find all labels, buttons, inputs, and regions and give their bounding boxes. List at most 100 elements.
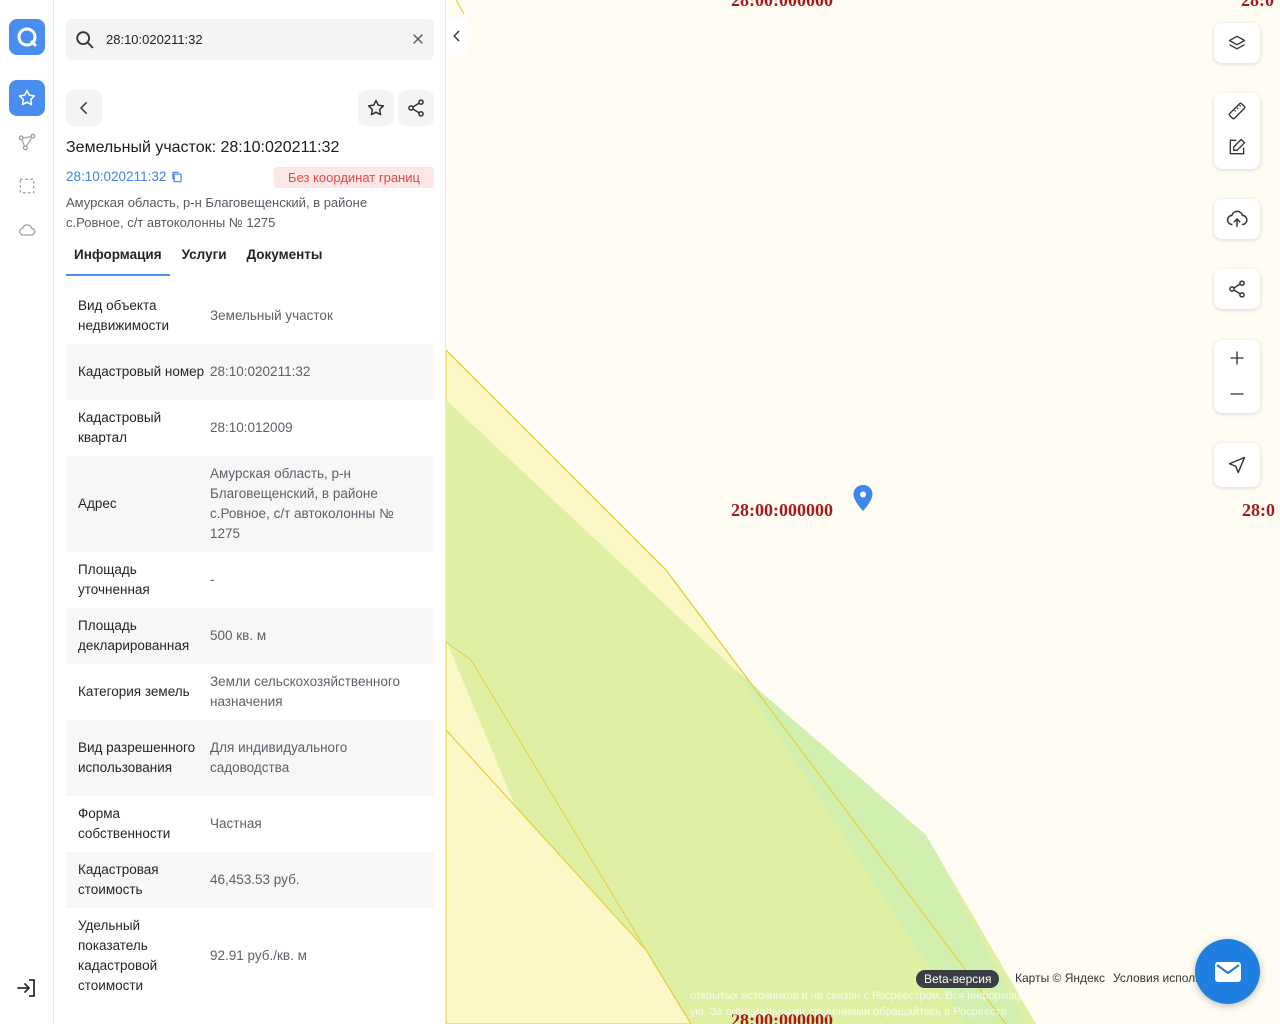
row-value: Частная bbox=[210, 816, 262, 831]
status-badge: Без координат границ bbox=[274, 167, 434, 188]
logo-icon bbox=[17, 27, 37, 47]
row-key: Площадь уточненная bbox=[78, 562, 150, 597]
back-button[interactable] bbox=[66, 90, 102, 126]
draw-tools-group bbox=[1214, 93, 1260, 169]
ruler-icon bbox=[1228, 102, 1246, 120]
location-pin-icon[interactable] bbox=[852, 484, 874, 512]
app-logo[interactable] bbox=[9, 19, 45, 55]
info-table: Вид объекта недвижимости Земельный участ… bbox=[66, 288, 434, 1004]
table-row: Удельный показатель кадастровой стоимост… bbox=[66, 908, 434, 1004]
map-parcels bbox=[446, 0, 1036, 1024]
share-icon bbox=[1229, 280, 1245, 298]
select-area-button[interactable] bbox=[9, 168, 45, 204]
disclaimer-line: открытых источников и не связан с Росрее… bbox=[690, 990, 1033, 1002]
zoom-group bbox=[1214, 340, 1260, 413]
zoom-in-button[interactable] bbox=[1214, 340, 1260, 376]
layers-button[interactable] bbox=[1214, 23, 1260, 63]
tab-services[interactable]: Услуги bbox=[174, 242, 235, 276]
geolocation-button[interactable] bbox=[1214, 443, 1260, 487]
row-key: Форма собственности bbox=[78, 806, 171, 841]
disclaimer-line: ую. За официальными сведениями обращайте… bbox=[690, 1006, 1007, 1018]
share-map-group bbox=[1214, 269, 1260, 309]
search-box bbox=[66, 19, 434, 60]
row-key: Удельный показатель кадастровой стоимост… bbox=[78, 918, 158, 993]
zoom-out-button[interactable] bbox=[1214, 376, 1260, 412]
quarter-label: 28:00:000000 bbox=[731, 0, 833, 10]
star-icon bbox=[367, 99, 385, 116]
favorite-button[interactable] bbox=[358, 90, 394, 126]
tab-documents[interactable]: Документы bbox=[239, 242, 331, 276]
row-value: 92.91 руб./кв. м bbox=[210, 948, 307, 963]
map-attribution[interactable]: Карты © Яндекс bbox=[1015, 971, 1105, 985]
minus-icon bbox=[1230, 393, 1244, 395]
table-row: Вид разрешенного использования Для индив… bbox=[66, 720, 434, 796]
route-tool-button[interactable] bbox=[9, 124, 45, 160]
chevron-left-icon bbox=[453, 30, 460, 42]
row-value: Земельный участок bbox=[210, 308, 333, 323]
share-map-button[interactable] bbox=[1214, 269, 1260, 309]
row-key: Вид разрешенного использования bbox=[78, 740, 196, 775]
collapse-panel-button[interactable] bbox=[446, 18, 468, 54]
logout-button[interactable] bbox=[15, 976, 39, 1005]
row-value: Амурская область, р-н Благовещенский, в … bbox=[210, 466, 394, 541]
route-icon bbox=[18, 133, 36, 151]
edit-icon bbox=[1229, 138, 1246, 155]
star-icon bbox=[18, 89, 36, 106]
beta-badge: Beta-версия bbox=[916, 970, 1000, 988]
ruler-button[interactable] bbox=[1214, 93, 1260, 129]
row-value: 28:10:020211:32 bbox=[210, 364, 311, 379]
row-key: Категория земель bbox=[78, 684, 190, 699]
map-canvas[interactable]: 28:00:000000 28:0 28:00:000000 28:0 28:0… bbox=[446, 0, 1280, 1024]
geolocation-group bbox=[1214, 443, 1260, 487]
row-value: 46,453.53 руб. bbox=[210, 872, 300, 887]
table-row: Адрес Амурская область, р-н Благовещенск… bbox=[66, 456, 434, 552]
table-row: Кадастровая стоимость 46,453.53 руб. bbox=[66, 852, 434, 908]
dashed-square-icon bbox=[19, 178, 35, 194]
upload-group bbox=[1214, 199, 1260, 239]
row-value: - bbox=[210, 572, 215, 587]
table-row: Кадастровый номер 28:10:020211:32 bbox=[66, 344, 434, 400]
feedback-button[interactable] bbox=[1195, 939, 1260, 1004]
left-rail bbox=[0, 0, 54, 1024]
search-input[interactable] bbox=[106, 19, 396, 60]
quarter-label-partial: 28:0 bbox=[1241, 0, 1274, 10]
favorites-button[interactable] bbox=[9, 80, 45, 116]
row-key: Вид объекта недвижимости bbox=[78, 298, 170, 333]
share-button[interactable] bbox=[398, 90, 434, 126]
tab-information[interactable]: Информация bbox=[66, 242, 170, 276]
cadastral-number-text: 28:10:020211:32 bbox=[66, 169, 167, 184]
search-icon[interactable] bbox=[74, 29, 96, 56]
share-icon bbox=[408, 99, 424, 117]
clear-icon[interactable] bbox=[410, 31, 426, 52]
layers-icon bbox=[1228, 35, 1246, 50]
table-row: Площадь декларированная 500 кв. м bbox=[66, 608, 434, 664]
cloud-button[interactable] bbox=[9, 212, 45, 248]
terms-link[interactable]: Условия использования bbox=[1113, 971, 1203, 985]
page-title: Земельный участок: 28:10:020211:32 bbox=[66, 139, 340, 156]
row-key: Площадь декларированная bbox=[78, 618, 190, 653]
cloud-upload-icon bbox=[1226, 210, 1248, 228]
row-value: Земли сельскохозяйственного назначения bbox=[210, 674, 401, 709]
table-row: Категория земель Земли сельскохозяйствен… bbox=[66, 664, 434, 720]
table-row: Площадь уточненная - bbox=[66, 552, 434, 608]
table-row: Вид объекта недвижимости Земельный участ… bbox=[66, 288, 434, 344]
cadastral-number-link[interactable]: 28:10:020211:32 bbox=[66, 169, 184, 184]
row-key: Адрес bbox=[78, 496, 117, 511]
upload-button[interactable] bbox=[1214, 199, 1260, 239]
copy-icon[interactable] bbox=[170, 170, 184, 184]
row-key: Кадастровый номер bbox=[78, 364, 205, 379]
plus-icon bbox=[1230, 351, 1244, 365]
quarter-label-partial: 28:0 bbox=[1242, 500, 1275, 520]
row-key: Кадастровая стоимость bbox=[78, 862, 159, 897]
tab-bar: Информация Услуги Документы bbox=[66, 242, 434, 276]
chevron-left-icon bbox=[80, 102, 87, 114]
table-row: Форма собственности Частная bbox=[66, 796, 434, 852]
table-row: Кадастровый квартал 28:10:012009 bbox=[66, 400, 434, 456]
map-disclaimer: открытых источников и не связан с Росрее… bbox=[690, 988, 1060, 1020]
navigation-arrow-icon bbox=[1228, 456, 1246, 474]
row-value: 28:10:012009 bbox=[210, 420, 293, 435]
row-value: 500 кв. м bbox=[210, 628, 267, 643]
row-key: Кадастровый квартал bbox=[78, 410, 162, 445]
edit-button[interactable] bbox=[1214, 129, 1260, 165]
object-panel: Земельный участок: 28:10:020211:32 28:10… bbox=[54, 0, 446, 1024]
